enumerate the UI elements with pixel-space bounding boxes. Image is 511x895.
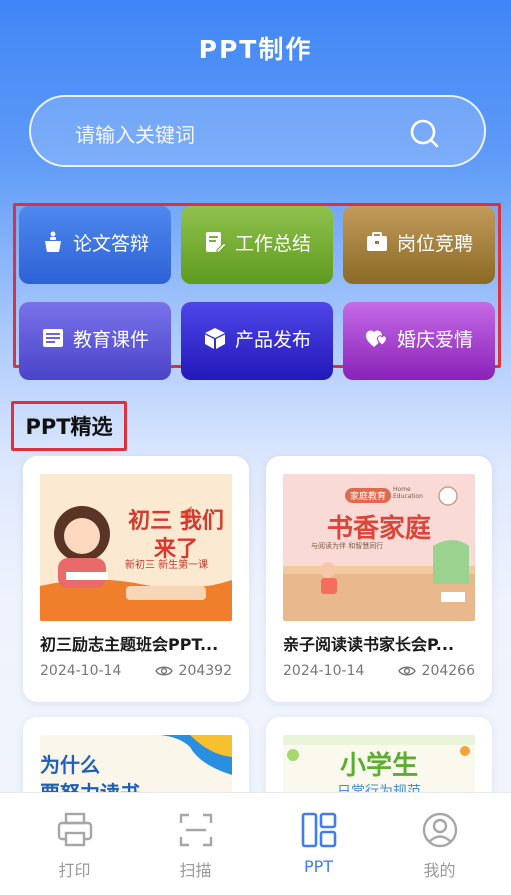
search-bar[interactable]: 请输入关键词 [29,95,486,167]
category-label: 论文答辩 [72,232,149,255]
tab-ppt[interactable]: PPT [255,793,382,895]
eye-icon [154,666,173,676]
search-icon[interactable] [408,117,440,149]
category-label: 教育课件 [72,328,149,351]
card-title: 初三励志主题班会PPT... [40,635,219,654]
category-courseware[interactable]: 教育课件 [19,302,171,380]
view-count: 204392 [178,663,232,679]
bottom-tab-bar: 打印 扫描 PPT 我的 [0,792,511,895]
ppt-thumbnail: 新初三 新生第一课 初三 我们来了 [40,474,232,621]
ppt-thumbnail: 与阅读为伴 和智慧同行 家庭教育 Home Education 书香家庭 [283,474,475,621]
ppt-card[interactable]: 与阅读为伴 和智慧同行 家庭教育 Home Education 书香家庭 亲子阅… [266,456,492,702]
courseware-icon [42,329,63,347]
thumb-tag: 家庭教育 [345,488,392,503]
section-title: PPT精选 [11,401,127,451]
scan-icon [179,813,212,847]
briefcase-icon [366,232,387,251]
category-thesis-defense[interactable]: 论文答辩 [19,206,171,284]
card-views: 204392 [154,663,232,679]
thumb-title: 初三 我们来了 [128,509,224,562]
tab-print[interactable]: 打印 [11,793,138,895]
card-date: 2024-10-14 [40,663,122,679]
card-views: 204266 [397,663,475,679]
card-title: 亲子阅读读书家长会P... [283,635,455,654]
document-edit-icon [205,232,227,253]
card-date: 2024-10-14 [283,663,365,679]
category-label: 产品发布 [234,328,311,351]
thumb-tag-en: Home Education [393,486,423,500]
thumb-title: 书香家庭 [326,514,431,544]
category-wedding-love[interactable]: 婚庆爱情 [343,302,495,380]
view-count: 204266 [421,663,475,679]
hearts-icon [365,330,387,347]
ppt-card[interactable]: 新初三 新生第一课 初三 我们来了 初三励志主题班会PPT... 2024-10… [23,456,249,702]
tab-label: PPT [303,857,334,876]
user-icon [422,812,457,848]
tab-label: 打印 [58,861,91,880]
tab-mine[interactable]: 我的 [376,793,503,895]
printer-icon [57,812,92,847]
category-label: 婚庆爱情 [396,328,473,351]
thumb-title: 为什么 [40,753,100,777]
category-work-summary[interactable]: 工作总结 [181,206,333,284]
page-title: PPT制作 [198,35,313,64]
eye-icon [397,666,416,676]
search-input[interactable]: 请输入关键词 [75,119,195,148]
category-label: 工作总结 [234,232,311,255]
thumb-title: 小学生 [339,751,418,781]
layout-icon [301,812,336,848]
tab-scan[interactable]: 扫描 [132,793,259,895]
category-job-competition[interactable]: 岗位竞聘 [343,206,495,284]
tab-label: 我的 [423,861,456,880]
tab-label: 扫描 [179,861,212,880]
category-label: 岗位竞聘 [396,232,473,255]
category-product-launch[interactable]: 产品发布 [181,302,333,380]
box-icon [204,328,225,349]
podium-icon [44,231,61,252]
